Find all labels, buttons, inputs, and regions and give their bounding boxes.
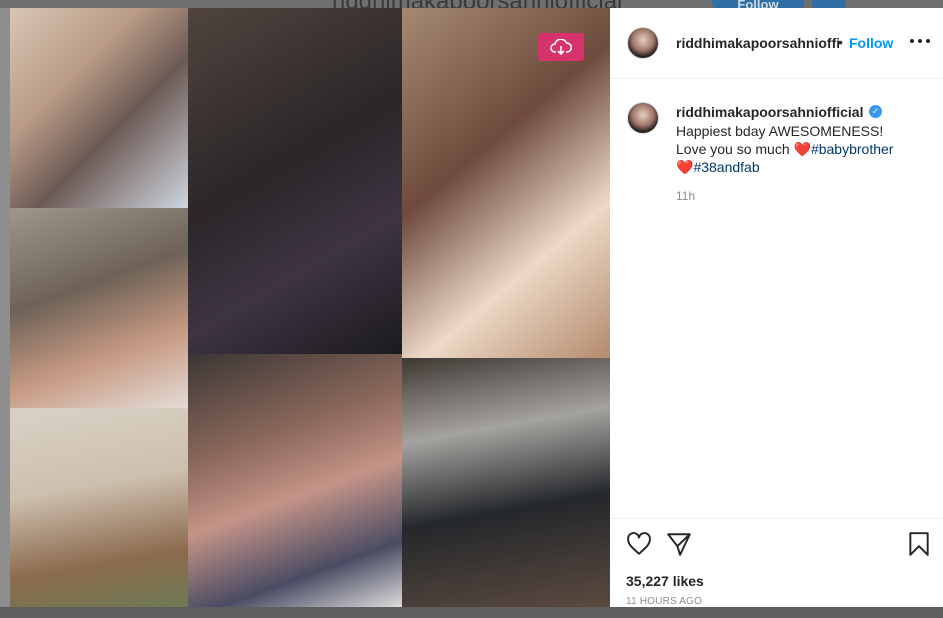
verified-badge-icon: ✓ bbox=[869, 105, 882, 118]
post-image[interactable] bbox=[10, 8, 610, 607]
caption-avatar[interactable] bbox=[627, 102, 659, 134]
caption-line-2: Love you so much bbox=[676, 141, 794, 157]
collage-photo-7 bbox=[402, 358, 610, 607]
background-follow-button: Follow bbox=[712, 0, 804, 8]
header-separator: • bbox=[838, 34, 843, 50]
follow-button[interactable]: Follow bbox=[849, 35, 893, 51]
collage-photo-4 bbox=[188, 8, 402, 354]
bookmark-icon[interactable] bbox=[906, 531, 932, 557]
caption-username[interactable]: riddhimakapoorsahniofficial bbox=[676, 104, 863, 120]
cloud-download-icon bbox=[550, 39, 572, 55]
header-username[interactable]: riddhimakapoorsahniofficial bbox=[676, 35, 839, 51]
post-header: riddhimakapoorsahniofficial • Follow bbox=[610, 8, 943, 79]
post-timestamp: 11 HOURS AGO bbox=[626, 596, 703, 607]
avatar[interactable] bbox=[627, 27, 659, 59]
heart-emoji: ❤️ bbox=[793, 141, 811, 157]
collage-photo-3 bbox=[10, 408, 188, 607]
post-side-panel: riddhimakapoorsahniofficial • Follow rid… bbox=[610, 8, 943, 607]
heart-emoji: ❤️ bbox=[676, 159, 694, 175]
more-options-icon[interactable] bbox=[910, 33, 930, 49]
hashtag-link[interactable]: #38andfab bbox=[693, 159, 759, 175]
post-actions: 35,227 likes 11 HOURS AGO bbox=[610, 518, 943, 607]
likes-count[interactable]: 35,227 likes bbox=[626, 573, 704, 589]
collage-photo-2 bbox=[10, 208, 188, 408]
caption-text: Happiest bday AWESOMENESS! Love you so m… bbox=[676, 122, 926, 176]
heart-outline-icon[interactable] bbox=[626, 531, 652, 557]
background-dropdown-button bbox=[812, 0, 846, 8]
collage-photo-5 bbox=[188, 354, 402, 607]
collage-photo-1 bbox=[10, 8, 188, 208]
download-button[interactable] bbox=[538, 33, 584, 61]
hashtag-link[interactable]: #babybrother bbox=[811, 141, 894, 157]
background-bottom-strip bbox=[0, 607, 943, 618]
paper-plane-icon[interactable] bbox=[666, 531, 692, 557]
caption-time: 11h bbox=[676, 189, 696, 203]
caption-line-1: Happiest bday AWESOMENESS! bbox=[676, 123, 884, 139]
